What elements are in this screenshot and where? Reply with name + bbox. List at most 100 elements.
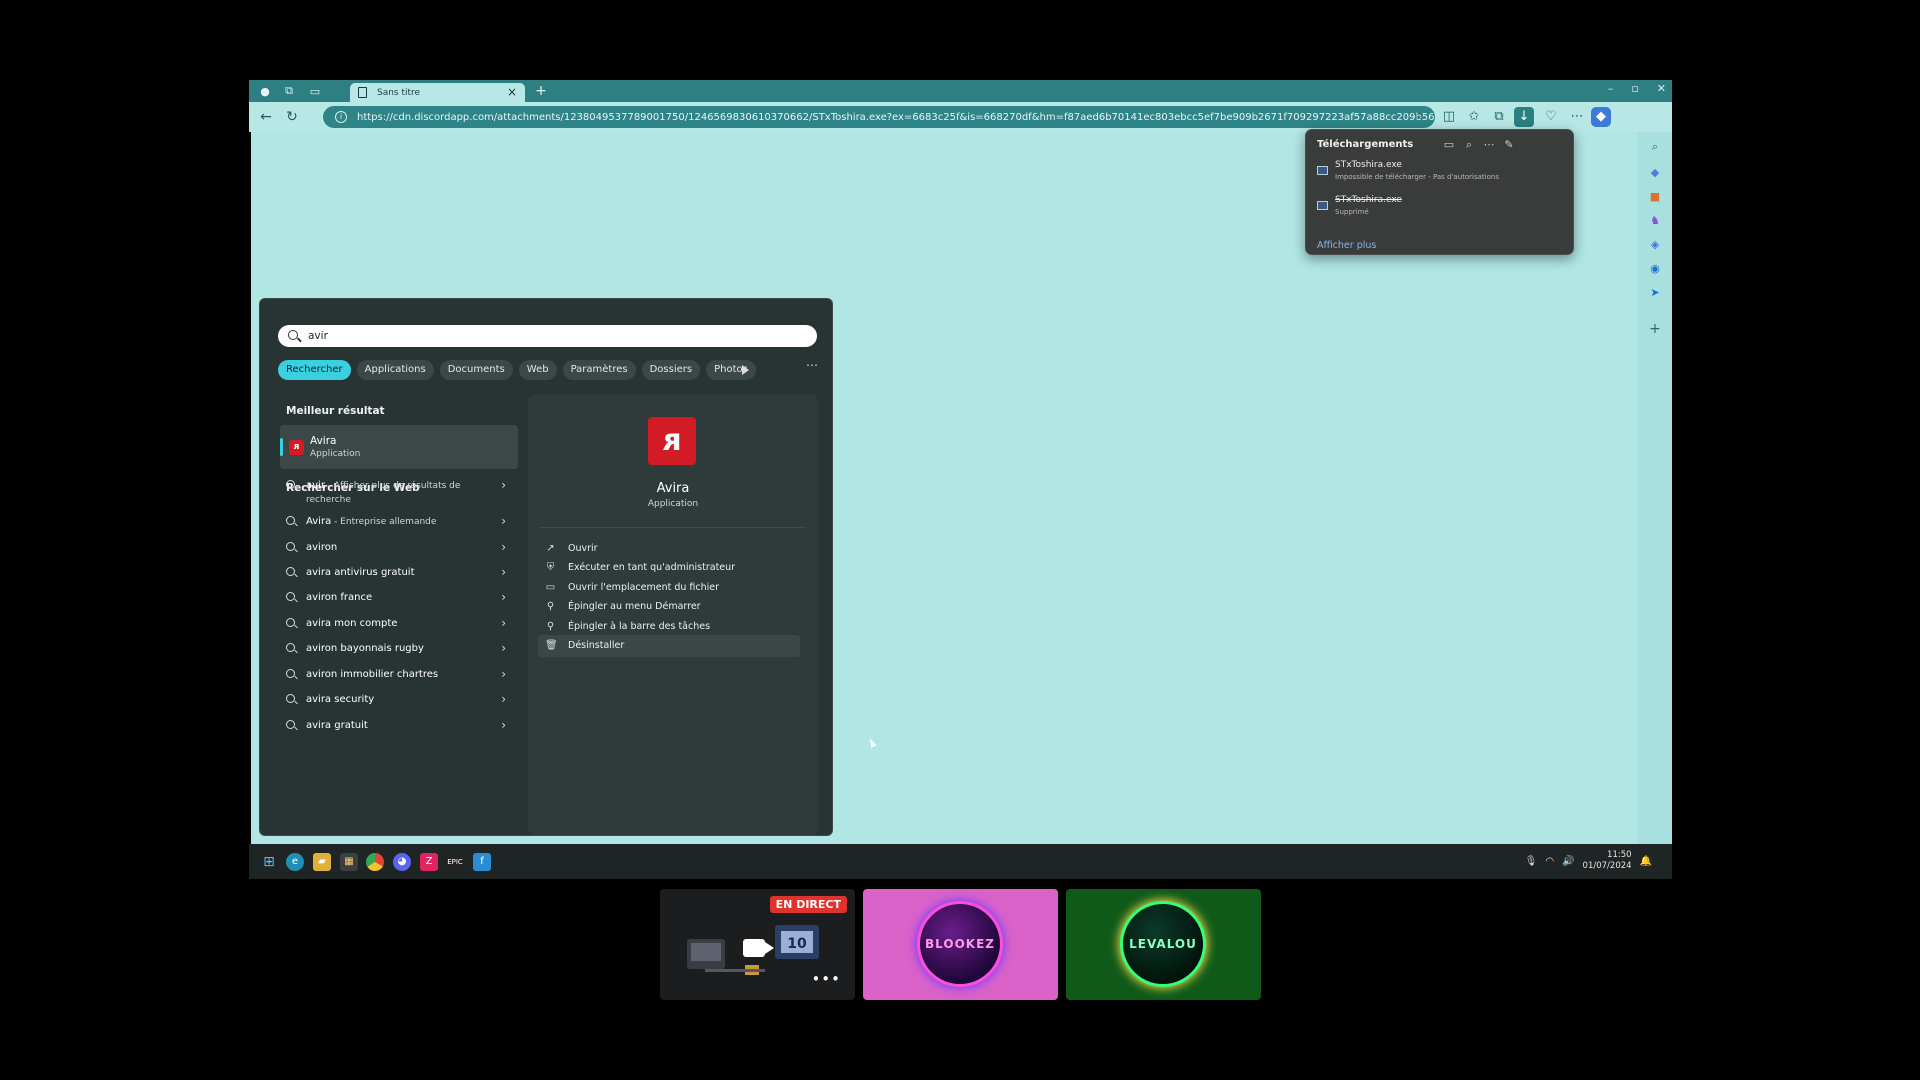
search-icon[interactable]: ⌕ — [1648, 140, 1662, 154]
web-result-item[interactable]: aviron › — [280, 534, 518, 562]
filter-parametres[interactable]: Paramètres — [562, 360, 636, 380]
maximize-icon[interactable]: ▫ — [1631, 82, 1638, 95]
web-result-query: avira mon compte — [306, 618, 398, 629]
pin-icon: ⚲ — [546, 601, 555, 612]
discord-icon[interactable]: ◕ — [393, 853, 411, 871]
browser-essentials-icon[interactable]: ♡ — [1541, 109, 1561, 125]
web-result-item[interactable]: avir - Afficher plus de résultats de rec… — [280, 472, 518, 505]
file-explorer-icon[interactable]: ▰ — [313, 853, 331, 871]
favorites-icon[interactable]: ✩ — [1464, 109, 1484, 125]
trash-icon: 🗑 — [545, 640, 558, 651]
store-icon[interactable]: ▦ — [340, 853, 358, 871]
url-text: https://cdn.discordapp.com/attachments/1… — [357, 111, 1435, 123]
action-uninstall[interactable]: 🗑 Désinstaller — [538, 635, 800, 657]
games-icon[interactable]: ♞ — [1648, 214, 1662, 228]
web-result-item[interactable]: aviron france › — [280, 584, 518, 612]
send-icon[interactable]: ➤ — [1648, 286, 1662, 300]
participant-name: BLOOKEZ — [925, 937, 995, 951]
split-screen-icon[interactable]: ◫ — [1439, 109, 1459, 125]
web-result-item[interactable]: avira security › — [280, 686, 518, 714]
filter-applications[interactable]: Applications — [356, 360, 434, 380]
action-label: Ouvrir l'emplacement du fichier — [568, 582, 720, 593]
filter-scroll-arrow-icon[interactable] — [742, 365, 749, 375]
close-window-icon[interactable]: ✕ — [1657, 82, 1666, 95]
download-item[interactable]: STxToshira.exe Impossible de télécharger… — [1306, 157, 1573, 187]
web-result-item[interactable]: Avira - Entreprise allemande › — [280, 508, 518, 536]
microphone-icon[interactable]: 🎙 — [1525, 856, 1538, 867]
web-result-item[interactable]: avira gratuit › — [280, 712, 518, 740]
address-bar[interactable]: i https://cdn.discordapp.com/attachments… — [323, 106, 1435, 128]
close-tab-icon[interactable]: × — [507, 85, 517, 99]
filter-dossiers[interactable]: Dossiers — [641, 360, 701, 380]
web-result-item[interactable]: avira antivirus gratuit › — [280, 559, 518, 587]
tab-active[interactable]: Sans titre × — [350, 83, 525, 102]
microsoft365-icon[interactable]: ◈ — [1648, 238, 1662, 252]
downloads-icon[interactable]: ↓ — [1514, 107, 1534, 127]
document-icon — [358, 87, 367, 98]
web-result-label: aviron france — [306, 591, 491, 605]
tools-icon[interactable]: ◆ — [1648, 166, 1662, 180]
more-options-icon[interactable]: ⋯ — [806, 358, 819, 372]
address-row: ← ↻ i https://cdn.discordapp.com/attachm… — [249, 102, 1672, 132]
workspaces-icon[interactable]: ⧉ — [281, 83, 297, 99]
app-name: Avira — [656, 481, 690, 496]
stream-tile[interactable]: 10 EN DIRECT ••• — [660, 889, 855, 1000]
edge-icon[interactable]: e — [286, 853, 304, 871]
participant-tile[interactable]: BLOOKEZ — [863, 889, 1058, 1000]
filter-rechercher[interactable]: Rechercher — [278, 360, 351, 380]
notification-bell-icon[interactable]: 🔔 — [1640, 856, 1652, 867]
more-options-icon[interactable]: ••• — [811, 970, 841, 988]
action-label: Épingler à la barre des tâches — [568, 621, 711, 632]
collections-icon[interactable]: ⧉ — [1489, 109, 1509, 125]
file-icon — [1317, 201, 1328, 210]
filter-web[interactable]: Web — [518, 360, 557, 380]
profile-icon[interactable]: ● — [257, 83, 273, 99]
web-result-query: avira gratuit — [306, 720, 368, 731]
search-input[interactable]: avir — [278, 325, 817, 347]
best-match-item[interactable]: ᴙ Avira Application — [280, 425, 518, 469]
action-label: Désinstaller — [568, 640, 625, 651]
site-info-icon[interactable]: i — [335, 111, 347, 123]
back-icon[interactable]: ← — [257, 109, 275, 125]
participant-avatar: BLOOKEZ — [920, 904, 1000, 984]
web-result-item[interactable]: avira mon compte › — [280, 610, 518, 638]
window-controls: – ▫ ✕ — [1608, 82, 1666, 95]
action-label: Exécuter en tant qu'administrateur — [568, 562, 736, 573]
chevron-right-icon: › — [501, 590, 506, 604]
search-icon — [286, 643, 295, 652]
wifi-icon[interactable]: ◠ — [1545, 856, 1554, 867]
new-tab-icon[interactable]: + — [533, 83, 549, 99]
tab-actions-icon[interactable]: ▭ — [307, 83, 323, 99]
filezilla-icon[interactable]: Z — [420, 853, 438, 871]
windows-start-icon[interactable]: ⊞ — [260, 853, 278, 871]
action-label: Épingler au menu Démarrer — [568, 601, 701, 612]
action-pin-start[interactable]: ⚲ Épingler au menu Démarrer — [538, 596, 800, 618]
chrome-icon[interactable] — [366, 853, 384, 871]
filter-documents[interactable]: Documents — [439, 360, 513, 380]
show-more-link[interactable]: Afficher plus — [1317, 240, 1376, 251]
more-options-icon[interactable]: ⋯ — [1567, 109, 1587, 125]
copilot-icon[interactable]: ◆ — [1591, 107, 1611, 127]
epic-games-icon[interactable]: EPIC — [446, 853, 464, 871]
web-result-item[interactable]: aviron bayonnais rugby › — [280, 635, 518, 663]
favorite-star-icon[interactable]: ☆ — [1409, 109, 1429, 125]
search-icon — [286, 720, 295, 729]
web-result-item[interactable]: aviron immobilier chartres › — [280, 661, 518, 689]
search-downloads-icon[interactable]: ⌕ — [1461, 137, 1477, 153]
app-icon[interactable]: f — [473, 853, 491, 871]
download-item[interactable]: STxToshira.exe Supprimé — [1306, 192, 1573, 222]
pin-icon[interactable]: ✎ — [1501, 137, 1517, 153]
more-options-icon[interactable]: ⋯ — [1481, 137, 1497, 153]
outlook-icon[interactable]: ◉ — [1648, 262, 1662, 276]
clock[interactable]: 11:50 01/07/2024 — [1583, 850, 1632, 872]
shopping-icon[interactable]: ■ — [1648, 190, 1662, 204]
participant-tile[interactable]: LEVALOU — [1066, 889, 1261, 1000]
web-result-label: aviron — [306, 541, 491, 555]
action-run-as-admin[interactable]: ⛨ Exécuter en tant qu'administrateur — [538, 557, 800, 579]
refresh-icon[interactable]: ↻ — [283, 109, 301, 125]
volume-icon[interactable]: 🔊 — [1562, 856, 1574, 867]
minimize-icon[interactable]: – — [1608, 82, 1614, 95]
open-folder-icon[interactable]: ▭ — [1441, 137, 1457, 153]
download-status: Supprimé — [1335, 208, 1369, 216]
add-icon[interactable]: + — [1648, 322, 1662, 336]
